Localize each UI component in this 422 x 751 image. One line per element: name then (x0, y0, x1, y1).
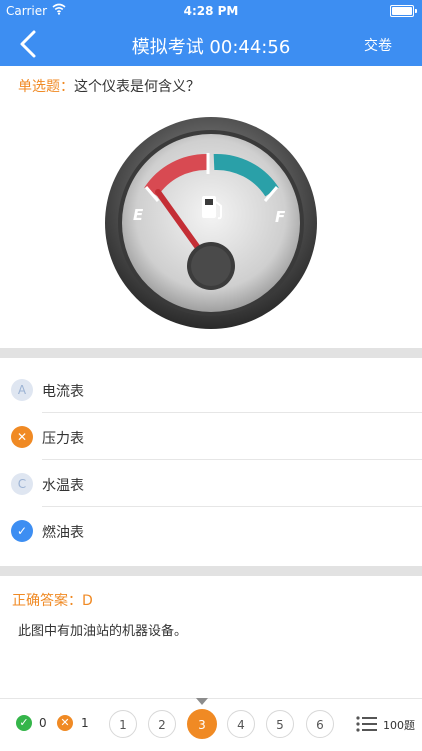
option-label: 燃油表 (42, 525, 84, 541)
answer-option[interactable]: ✓ 燃油表 (0, 508, 422, 554)
wrong-mark-icon: ✕ (11, 426, 33, 448)
current-indicator-arrow (196, 698, 208, 705)
section-divider (0, 348, 422, 358)
answer-option[interactable]: C 水温表 (0, 461, 422, 507)
correct-count: 0 (39, 716, 47, 730)
question-type-label: 单选题： (18, 79, 74, 95)
gauge-full-label: F (275, 208, 286, 226)
question-number-button[interactable]: 5 (266, 710, 294, 738)
battery-icon (390, 5, 417, 17)
option-letter-badge: C (11, 473, 33, 495)
question-body: 这个仪表是何含义？ (74, 79, 200, 95)
question-number-button[interactable]: 3 (187, 709, 217, 739)
option-divider (42, 506, 422, 507)
page-title: 模拟考试 00:44:56 (131, 37, 291, 58)
answer-option[interactable]: ✕ 压力表 (0, 414, 422, 460)
question-number-button[interactable]: 2 (148, 710, 176, 738)
question-list-icon[interactable] (356, 716, 378, 732)
clock: 4:28 PM (183, 4, 239, 18)
correct-count-icon: ✓ (16, 715, 32, 731)
answer-option[interactable]: A 电流表 (0, 367, 422, 413)
total-questions[interactable]: 100题 (383, 717, 415, 733)
correct-answer: 正确答案：D (12, 593, 93, 609)
fuel-gauge-image: E F (100, 116, 322, 330)
option-label: 水温表 (42, 478, 84, 494)
bottom-bar: ✓ 0 ✕ 1 123456 100题 (0, 698, 422, 751)
submit-exam-button[interactable]: 交卷 (364, 35, 392, 55)
option-label: 压力表 (42, 431, 84, 447)
status-bar: Carrier 4:28 PM (0, 0, 422, 22)
wrong-count-icon: ✕ (57, 715, 73, 731)
nav-bar: 模拟考试 00:44:56 交卷 (0, 22, 422, 66)
option-letter-badge: A (11, 379, 33, 401)
question-number-button[interactable]: 6 (306, 710, 334, 738)
answer-explanation: 此图中有加油站的机器设备。 (18, 624, 188, 639)
section-divider (0, 566, 422, 576)
check-mark-icon: ✓ (11, 520, 33, 542)
option-divider (42, 459, 422, 460)
question-number-button[interactable]: 4 (227, 710, 255, 738)
question-number-button[interactable]: 1 (109, 710, 137, 738)
option-label: 电流表 (42, 384, 84, 400)
question-text: 单选题：这个仪表是何含义？ (18, 76, 200, 96)
gauge-empty-label: E (133, 206, 144, 224)
wrong-count: 1 (81, 716, 89, 730)
option-divider (42, 412, 422, 413)
